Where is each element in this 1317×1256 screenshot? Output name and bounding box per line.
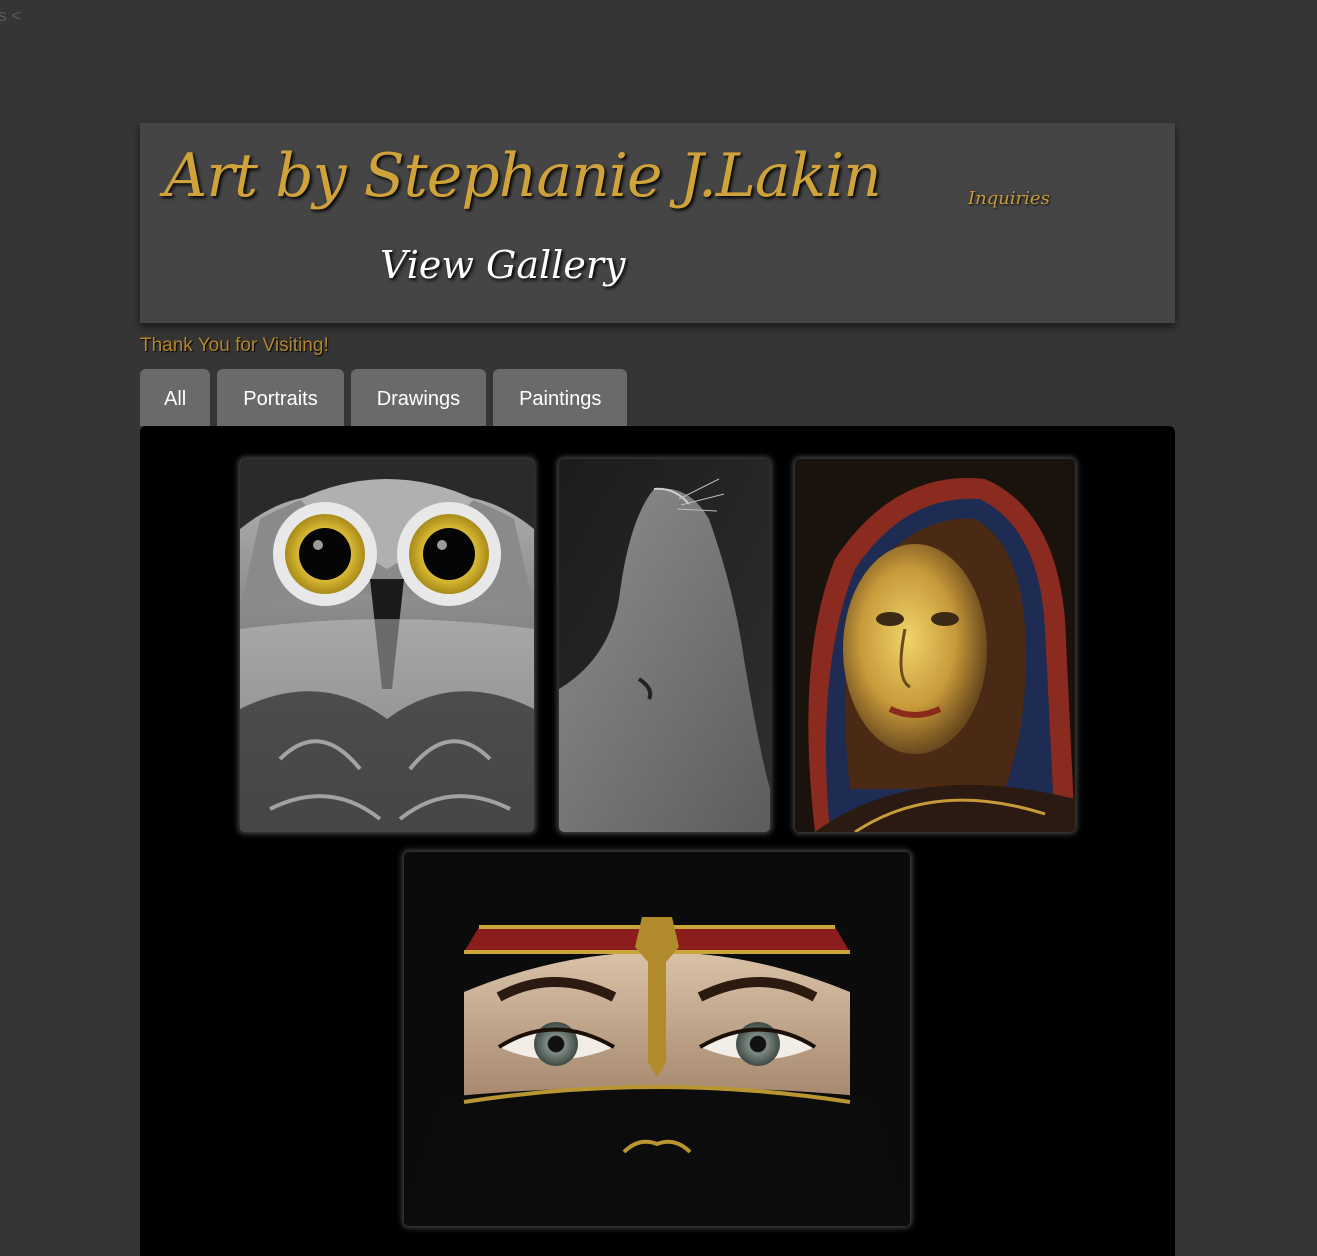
gallery-panel — [140, 426, 1175, 1256]
view-gallery-link[interactable]: View Gallery — [380, 243, 625, 287]
tab-drawings[interactable]: Drawings — [350, 369, 487, 426]
artwork-seal[interactable] — [559, 459, 770, 832]
corner-text: s < — [0, 6, 22, 25]
artwork-veiled-eyes[interactable] — [404, 852, 910, 1226]
site-header: Art by Stephanie J.Lakin Inquiries View … — [140, 123, 1175, 323]
site-title[interactable]: Art by Stephanie J.Lakin — [164, 141, 882, 211]
artwork-madonna[interactable] — [795, 459, 1075, 832]
tab-all[interactable]: All — [140, 369, 211, 426]
page-container: Art by Stephanie J.Lakin Inquiries View … — [140, 123, 1175, 1256]
madonna-image — [795, 459, 1075, 832]
tagline: Thank You for Visiting! — [140, 335, 329, 356]
tab-portraits[interactable]: Portraits — [217, 369, 344, 426]
owl-image — [240, 459, 534, 832]
veiled-eyes-image — [404, 852, 910, 1226]
seal-image — [559, 459, 770, 832]
inquiries-link[interactable]: Inquiries — [968, 188, 1050, 209]
tab-paintings[interactable]: Paintings — [493, 369, 628, 426]
filter-tabs: All Portraits Drawings Paintings — [140, 369, 628, 426]
artwork-owl[interactable] — [240, 459, 534, 832]
